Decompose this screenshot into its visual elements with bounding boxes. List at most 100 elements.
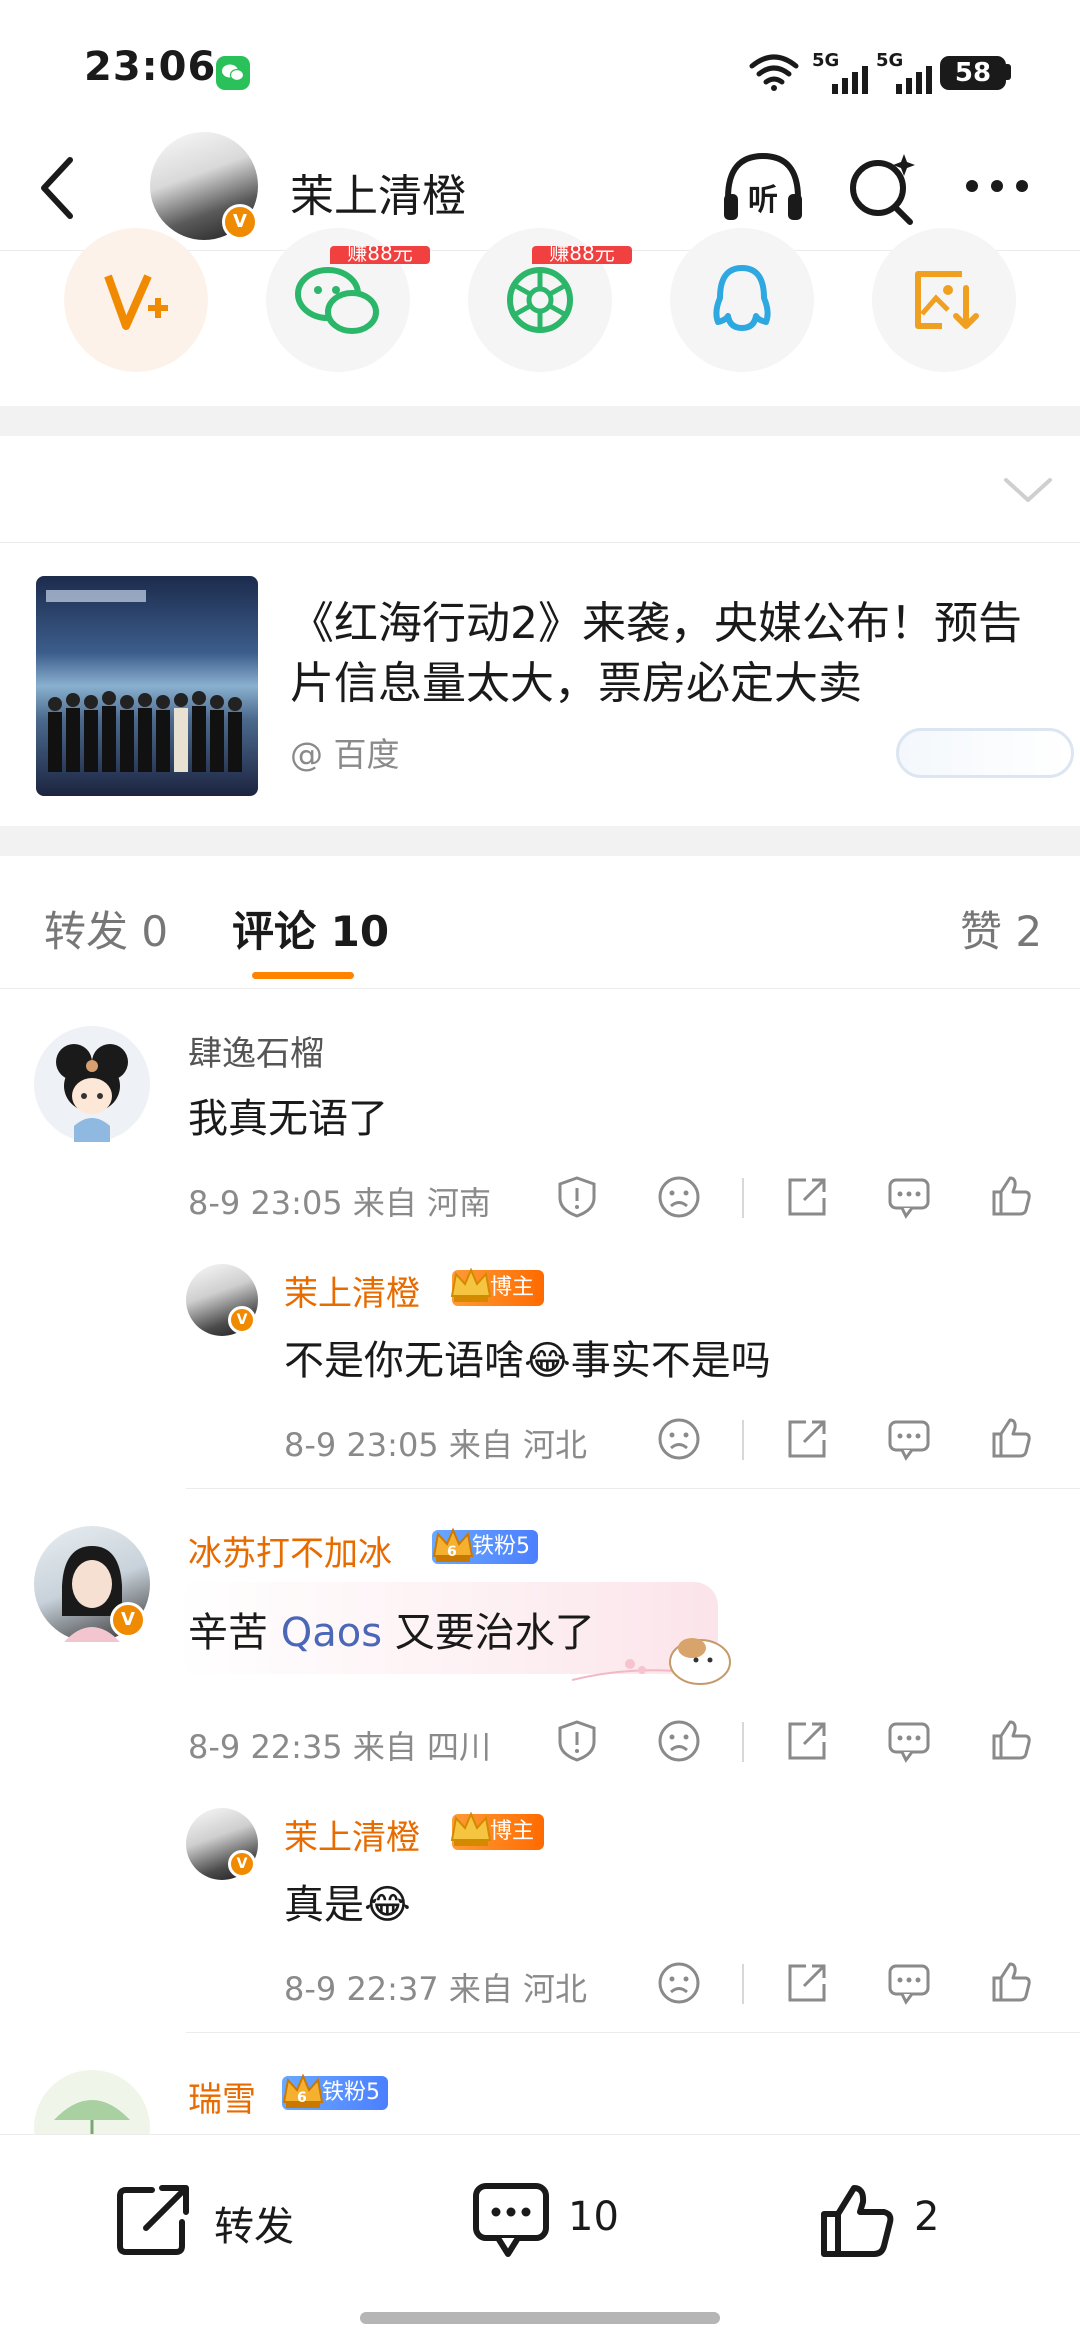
- like-comment-button[interactable]: [988, 1958, 1034, 2004]
- cell-signal-icon: 5G: [812, 50, 872, 94]
- reply-meta: 8-9 23:05 来自 河北: [284, 1426, 588, 1464]
- tab-repost[interactable]: 转发 0: [44, 898, 168, 959]
- report-button[interactable]: [554, 1718, 600, 1764]
- like-comment-button[interactable]: [988, 1716, 1034, 1762]
- comment-bubble-icon: [888, 1178, 930, 1219]
- action-separator: [742, 1964, 744, 2004]
- share-comment-button[interactable]: [784, 1174, 830, 1220]
- chevron-down-icon: [1004, 478, 1052, 502]
- share-vip-button[interactable]: [64, 228, 208, 372]
- share-arrow-icon: [788, 1964, 826, 2002]
- share-arrow-icon: [788, 1178, 826, 1216]
- reply-text-part-2: 事实不是吗: [570, 1338, 771, 1384]
- share-comment-button[interactable]: [784, 1718, 830, 1764]
- wechat-promo-tag: 赚88元: [330, 246, 430, 264]
- hamster-sticker-icon: [570, 1610, 740, 1694]
- comment-text: 我真无语了: [188, 1096, 388, 1142]
- dislike-button[interactable]: [656, 1416, 702, 1462]
- crown-icon: [448, 1264, 494, 1304]
- reply-button[interactable]: [886, 1416, 932, 1462]
- section-divider-1: [0, 406, 1080, 436]
- tab-comments[interactable]: 评论 10: [232, 898, 389, 959]
- comment-bubble-icon: [888, 1964, 930, 2005]
- reply-button[interactable]: [886, 1718, 932, 1764]
- comment-divider: [186, 2032, 1080, 2033]
- tab-likes[interactable]: 赞 2: [960, 898, 1042, 959]
- share-qq-button[interactable]: [670, 228, 814, 372]
- save-image-button[interactable]: [872, 228, 1016, 372]
- more-dots-icon: [966, 180, 1028, 192]
- repost-icon: [117, 2185, 189, 2255]
- headphones-icon: 听: [724, 152, 802, 220]
- moments-promo-tag: 赚88元: [532, 246, 632, 264]
- comment-meta: 8-9 23:05 来自 河南: [188, 1184, 492, 1222]
- page-title[interactable]: 茉上清橙: [290, 160, 466, 224]
- listen-button[interactable]: 听: [720, 148, 806, 228]
- thumbs-up-icon: [992, 1720, 1031, 1760]
- reply-text: 不是你无语啥😂事实不是吗: [284, 1328, 771, 1386]
- expand-chevron-button[interactable]: [1000, 470, 1056, 510]
- home-indicator[interactable]: [360, 2312, 720, 2324]
- action-separator: [742, 1420, 744, 1460]
- reply-button[interactable]: [886, 1174, 932, 1220]
- bottom-repost-button[interactable]: 转发: [116, 2176, 316, 2260]
- wifi-icon: [748, 52, 800, 96]
- thumbs-up-icon: [992, 1176, 1031, 1216]
- reply-button[interactable]: [886, 1960, 932, 2006]
- crown-icon: [448, 1808, 494, 1848]
- share-comment-button[interactable]: [784, 1416, 830, 1462]
- report-button[interactable]: [554, 1174, 600, 1220]
- comment-bubble-icon: [888, 1722, 930, 1763]
- verified-badge-icon: V: [228, 1850, 256, 1878]
- fan-crown-icon: 6: [430, 1524, 476, 1564]
- moments-promo-label: 赚88元: [549, 246, 615, 264]
- search-button[interactable]: [846, 150, 918, 226]
- user-mention-link[interactable]: Qaos: [281, 1610, 382, 1656]
- dislike-button[interactable]: [656, 1174, 702, 1220]
- thumbs-up-icon: [992, 1962, 1031, 2002]
- commenter-name[interactable]: 冰苏打不加冰: [188, 1526, 392, 1575]
- card-source: @ 百度: [290, 735, 400, 774]
- row-divider: [0, 542, 1080, 543]
- comment-bubble-icon: [888, 1420, 930, 1461]
- thumbs-up-icon: [821, 2185, 894, 2257]
- commenter-name[interactable]: 肆逸石榴: [188, 1026, 324, 1075]
- laugh-cry-emoji: 😂: [364, 1882, 411, 1928]
- cartoon-avatar-image: [56, 1044, 128, 1142]
- reply-author-name[interactable]: 茉上清橙: [284, 1810, 420, 1859]
- bottom-like-button[interactable]: 2: [818, 2176, 1018, 2260]
- commenter-name[interactable]: 瑞雪: [188, 2072, 256, 2121]
- reply-author-name[interactable]: 茉上清橙: [284, 1266, 420, 1315]
- comment-icon: [473, 2183, 549, 2257]
- bottom-repost-label: 转发: [214, 2204, 294, 2250]
- back-button[interactable]: [30, 148, 90, 228]
- blogger-badge: 博主: [450, 1811, 545, 1850]
- commenter-avatar[interactable]: [34, 1026, 150, 1142]
- shield-alert-icon: [558, 1176, 596, 1218]
- card-thumbnail[interactable]: [36, 576, 258, 796]
- dislike-button[interactable]: [656, 1960, 702, 2006]
- movie-poster-image: [46, 590, 242, 772]
- like-comment-button[interactable]: [988, 1414, 1034, 1460]
- status-time: 23:06: [84, 44, 217, 90]
- card-title[interactable]: 《红海行动2》来袭，央媒公布！预告片信息量太大，票房必定大卖: [290, 594, 1050, 714]
- search-sparkle-icon: [850, 154, 915, 225]
- qq-penguin-icon: [713, 265, 771, 331]
- bottom-like-count: 2: [914, 2194, 940, 2240]
- like-comment-button[interactable]: [988, 1172, 1034, 1218]
- reply-text-part: 不是你无语啥: [284, 1338, 524, 1384]
- card-action-pill[interactable]: [896, 728, 1074, 778]
- reply-meta: 8-9 22:37 来自 河北: [284, 1970, 588, 2008]
- dislike-button[interactable]: [656, 1718, 702, 1764]
- share-comment-button[interactable]: [784, 1960, 830, 2006]
- frown-face-icon: [658, 1176, 700, 1218]
- more-button[interactable]: [962, 168, 1032, 204]
- comment-divider: [186, 1488, 1080, 1489]
- fan-badge: 6 铁粉5: [432, 1527, 538, 1564]
- chevron-left-icon: [41, 157, 73, 219]
- verified-badge-icon: V: [222, 204, 258, 240]
- frown-face-icon: [658, 1418, 700, 1460]
- battery-cap: [1006, 64, 1011, 80]
- bottom-comment-button[interactable]: 10: [472, 2176, 672, 2260]
- blogger-badge: 博主: [450, 1267, 545, 1306]
